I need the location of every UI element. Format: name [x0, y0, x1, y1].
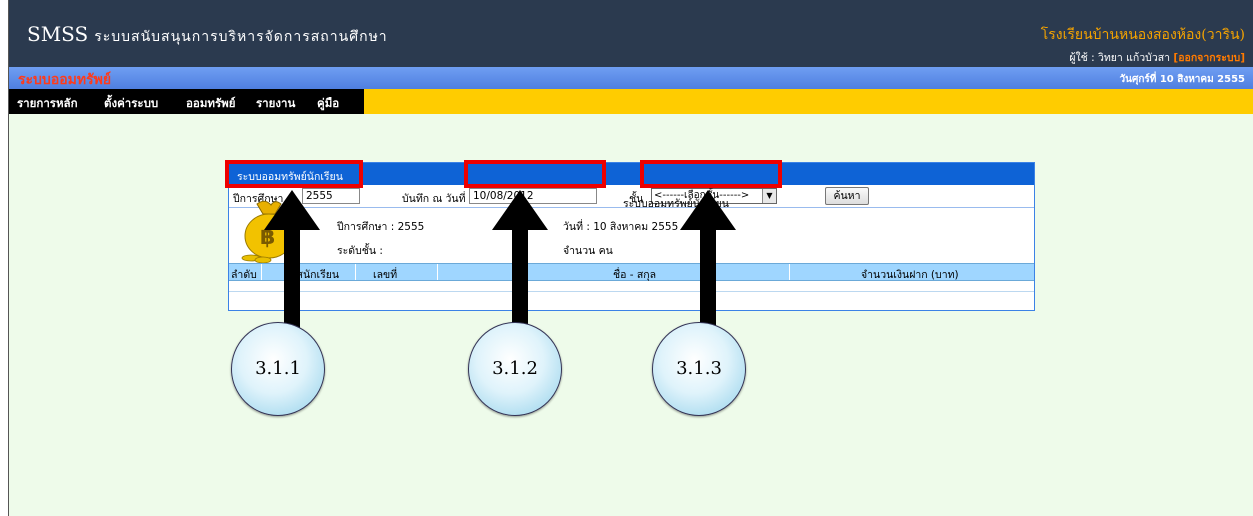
date-label: บันทึก ณ วันที่ [402, 193, 466, 205]
callout-3-1-1: 3.1.1 [231, 322, 325, 416]
up-arrow-icon [492, 190, 548, 342]
menu-items: รายการหลัก ตั้งค่าระบบ ออมทรัพย์ รายงาน … [9, 89, 364, 114]
up-arrow-icon [264, 190, 320, 342]
app-brand: SMSS ระบบสนับสนุนการบริหารจัดการสถานศึกษา [27, 22, 388, 48]
callout-3-1-2: 3.1.2 [468, 322, 562, 416]
info-date: วันที่ : 10 สิงหาคม 2555 [563, 221, 679, 233]
up-arrow-icon [680, 190, 736, 342]
brand-subtitle: ระบบสนับสนุนการบริหารจัดการสถานศึกษา [94, 29, 388, 45]
highlight-year [225, 160, 363, 188]
callout-3-1-3: 3.1.3 [652, 322, 746, 416]
current-date: วันศุกร์ที่ 10 สิงหาคม 2555 [1119, 74, 1245, 85]
module-title: ระบบออมทรัพย์ [18, 72, 112, 88]
menu-item-savings[interactable]: ออมทรัพย์ [186, 95, 235, 113]
table-header: ลำดับ รหัสนักเรียน เลขที่ ชื่อ - สกุล จำ… [229, 263, 1034, 281]
user-info: ผู้ใช้ : วิทยา แก้วบัวสา [ออกจากระบบ] [1069, 49, 1245, 66]
info-year: ปีการศึกษา : 2555 [337, 221, 425, 233]
app-header: SMSS ระบบสนับสนุนการบริหารจัดการสถานศึกษา… [9, 0, 1253, 67]
brand-name: SMSS [27, 22, 89, 46]
info-level: ระดับชั้น : [337, 245, 383, 257]
menu-item-settings[interactable]: ตั้งค่าระบบ [104, 95, 158, 113]
search-button[interactable]: ค้นหา [825, 187, 869, 205]
menu-item-reports[interactable]: รายงาน [256, 95, 295, 113]
school-name: โรงเรียนบ้านหนองสองห้อง(วาริน) [1040, 27, 1245, 43]
menu-item-manual[interactable]: คู่มือ [317, 95, 339, 113]
dropdown-arrow-icon[interactable]: ▼ [762, 189, 776, 203]
user-name: ผู้ใช้ : วิทยา แก้วบัวสา [1069, 52, 1171, 64]
module-bar: ระบบออมทรัพย์ วันศุกร์ที่ 10 สิงหาคม 255… [9, 67, 1253, 89]
info-count: จำนวน คน [563, 245, 613, 257]
highlight-class [640, 160, 782, 188]
menu-item-main[interactable]: รายการหลัก [17, 95, 78, 113]
main-menu: รายการหลัก ตั้งค่าระบบ ออมทรัพย์ รายงาน … [9, 89, 1253, 114]
table-row [229, 281, 1034, 292]
highlight-date [464, 160, 606, 188]
window-left-edge [0, 0, 9, 516]
logout-link[interactable]: [ออกจากระบบ] [1173, 52, 1245, 64]
